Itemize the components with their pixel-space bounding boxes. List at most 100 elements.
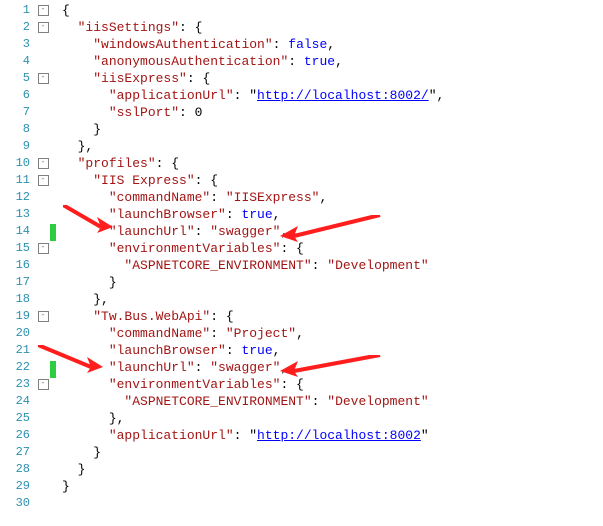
code-line: "iisExpress": { (62, 70, 603, 87)
fold-cell (36, 138, 50, 155)
token: } (62, 479, 70, 494)
code-line: "ASPNETCORE_ENVIRONMENT": "Development" (62, 257, 603, 274)
code-editor: 1234567891011121314151617181920212223242… (0, 0, 603, 516)
line-number: 5 (0, 70, 30, 87)
fold-toggle-icon[interactable]: - (38, 5, 49, 16)
fold-toggle-icon[interactable]: - (38, 379, 49, 390)
code-line: "Tw.Bus.WebApi": { (62, 308, 603, 325)
token: : { (280, 241, 303, 256)
fold-cell: - (36, 376, 50, 393)
token: : (226, 207, 242, 222)
marker-cell (50, 412, 58, 429)
fold-cell: - (36, 70, 50, 87)
line-number: 1 (0, 2, 30, 19)
marker-cell (50, 70, 58, 87)
token: "applicationUrl" (109, 428, 234, 443)
line-number: 2 (0, 19, 30, 36)
fold-cell (36, 342, 50, 359)
code-line: "commandName": "Project", (62, 325, 603, 342)
token: : (288, 54, 304, 69)
token: false (288, 37, 327, 52)
line-number: 26 (0, 427, 30, 444)
marker-cell (50, 104, 58, 121)
token: { (62, 3, 70, 18)
token: "IISExpress" (226, 190, 320, 205)
url-token[interactable]: http://localhost:8002/ (257, 88, 429, 103)
marker-cell (50, 480, 58, 497)
token: } (78, 462, 86, 477)
token: "sslPort" (109, 105, 179, 120)
fold-cell (36, 444, 50, 461)
line-number: 3 (0, 36, 30, 53)
marker-cell (50, 172, 58, 189)
code-line: "environmentVariables": { (62, 240, 603, 257)
fold-cell (36, 410, 50, 427)
line-number: 21 (0, 342, 30, 359)
fold-gutter: - - - - - - - - (36, 0, 50, 516)
marker-cell (50, 155, 58, 172)
fold-cell (36, 427, 50, 444)
code-line: }, (62, 410, 603, 427)
fold-toggle-icon[interactable]: - (38, 311, 49, 322)
token: }, (78, 139, 94, 154)
token: "applicationUrl" (109, 88, 234, 103)
fold-toggle-icon[interactable]: - (38, 175, 49, 186)
token: "Project" (226, 326, 296, 341)
token: "launchUrl" (109, 360, 195, 375)
code-line: "anonymousAuthentication": true, (62, 53, 603, 70)
token: , (327, 37, 335, 52)
fold-toggle-icon[interactable]: - (38, 73, 49, 84)
fold-cell (36, 223, 50, 240)
line-number: 19 (0, 308, 30, 325)
marker-cell (50, 121, 58, 138)
line-number: 14 (0, 223, 30, 240)
token: , (335, 54, 343, 69)
change-marker (50, 361, 56, 378)
marker-cell (50, 189, 58, 206)
line-number: 12 (0, 189, 30, 206)
code-line (62, 495, 603, 512)
token: : " (234, 428, 257, 443)
fold-cell (36, 359, 50, 376)
fold-toggle-icon[interactable]: - (38, 243, 49, 254)
line-number: 28 (0, 461, 30, 478)
token: : (312, 258, 328, 273)
fold-cell (36, 393, 50, 410)
line-number: 18 (0, 291, 30, 308)
fold-toggle-icon[interactable]: - (38, 22, 49, 33)
token: true (304, 54, 335, 69)
fold-cell (36, 478, 50, 495)
url-token[interactable]: http://localhost:8002 (257, 428, 421, 443)
token: }, (93, 292, 109, 307)
marker-cell (50, 429, 58, 446)
token: } (93, 445, 101, 460)
token: : { (156, 156, 179, 171)
marker-cell (50, 326, 58, 343)
token: "launchBrowser" (109, 207, 226, 222)
marker-cell (50, 138, 58, 155)
token: "IIS Express" (93, 173, 194, 188)
line-number: 13 (0, 206, 30, 223)
code-line: "launchUrl": "swagger", (62, 223, 603, 240)
token: "Tw.Bus.WebApi" (93, 309, 210, 324)
code-line: "iisSettings": { (62, 19, 603, 36)
marker-cell (50, 463, 58, 480)
code-line: "sslPort": 0 (62, 104, 603, 121)
token: "anonymousAuthentication" (93, 54, 288, 69)
fold-cell (36, 257, 50, 274)
token: "Development" (327, 394, 428, 409)
fold-cell (36, 53, 50, 70)
marker-cell (50, 241, 58, 258)
fold-toggle-icon[interactable]: - (38, 158, 49, 169)
token: "environmentVariables" (109, 377, 281, 392)
line-number: 30 (0, 495, 30, 512)
marker-cell (50, 446, 58, 463)
change-marker (50, 224, 56, 241)
fold-cell (36, 104, 50, 121)
fold-cell (36, 461, 50, 478)
fold-cell (36, 206, 50, 223)
token: : (273, 37, 289, 52)
token: true (241, 207, 272, 222)
line-number: 24 (0, 393, 30, 410)
token: : (195, 224, 211, 239)
